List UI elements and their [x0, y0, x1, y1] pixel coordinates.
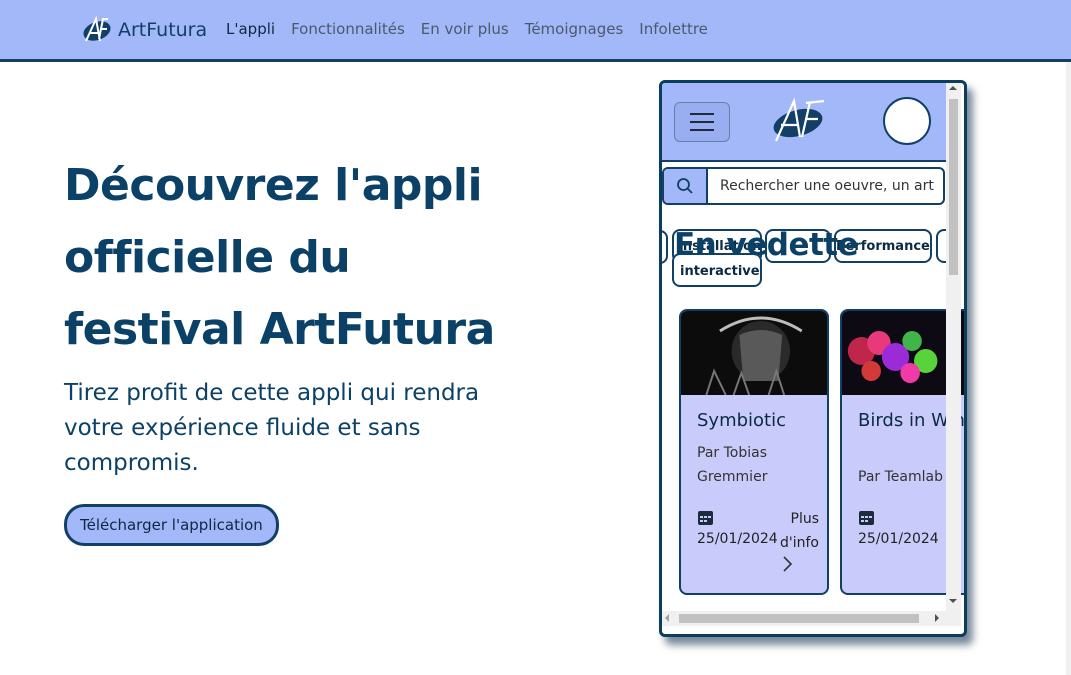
- card-date: 25/01/2024: [697, 531, 778, 547]
- hero-subtitle: Tirez profit de cette appli qui rendra v…: [64, 380, 480, 476]
- brand[interactable]: ArtFutura: [80, 14, 207, 46]
- scroll-down-icon[interactable]: [949, 599, 957, 603]
- artfutura-logo-icon: [773, 97, 825, 142]
- artfutura-logo-icon: [83, 15, 111, 42]
- card-author: Par Tobias Gremmier: [697, 445, 768, 485]
- hero-title-line: festival ArtFutura: [64, 304, 495, 355]
- hero-title-line: Découvrez l'appli: [64, 160, 483, 211]
- app-header: [662, 83, 946, 162]
- featured-heading: En vedette: [674, 227, 859, 263]
- hero-title: Découvrez l'appli officielle du festival…: [64, 150, 534, 366]
- hamburger-menu-button[interactable]: [674, 102, 730, 142]
- artwork-thumbnail: [681, 311, 827, 395]
- nav-links: L'appli Fonctionnalités En voir plus Tém…: [226, 20, 708, 38]
- download-app-button[interactable]: Télécharger l'application: [64, 504, 279, 546]
- top-navbar: ArtFutura L'appli Fonctionnalités En voi…: [0, 0, 1071, 62]
- scroll-left-icon[interactable]: [665, 614, 669, 622]
- calendar-icon: [859, 511, 874, 525]
- nav-link-more[interactable]: En voir plus: [421, 20, 509, 38]
- nav-link-newsletter[interactable]: Infolettre: [639, 20, 708, 38]
- chevron-right-icon[interactable]: [781, 555, 795, 573]
- search-input[interactable]: Rechercher une oeuvre, un art: [720, 178, 934, 194]
- category-chip[interactable]: [662, 230, 668, 264]
- artwork-card[interactable]: Symbiotic Par Tobias Gremmier 25/01/2024…: [679, 309, 829, 595]
- page-scrollbar-track[interactable]: [1066, 62, 1071, 675]
- hamburger-icon: [690, 129, 714, 131]
- brand-name: ArtFutura: [118, 19, 208, 41]
- nav-link-testimonials[interactable]: Témoignages: [525, 20, 624, 38]
- nav-link-features[interactable]: Fonctionnalités: [291, 20, 405, 38]
- phone-preview: Rechercher une oeuvre, un art Installati…: [659, 80, 967, 637]
- nav-link-app[interactable]: L'appli: [226, 20, 275, 38]
- more-info-link[interactable]: Plus d'info: [779, 507, 819, 555]
- vertical-scrollbar[interactable]: [946, 83, 961, 611]
- hamburger-icon: [690, 113, 714, 115]
- scrollbar-thumb[interactable]: [679, 614, 919, 623]
- card-date: 25/01/2024: [858, 531, 939, 547]
- scroll-up-icon[interactable]: [949, 86, 957, 90]
- hero-title-line: officielle du: [64, 232, 351, 283]
- card-title: Symbiotic: [697, 410, 787, 431]
- avatar[interactable]: [883, 97, 931, 145]
- scrollbar-thumb[interactable]: [949, 99, 958, 275]
- scroll-right-icon[interactable]: [935, 614, 939, 622]
- search-bar: Rechercher une oeuvre, un art: [662, 167, 945, 205]
- hamburger-icon: [690, 121, 714, 123]
- chip-label: interactive: [680, 264, 760, 279]
- search-icon: [677, 178, 693, 194]
- calendar-icon: [698, 511, 713, 525]
- search-button[interactable]: [664, 169, 708, 203]
- horizontal-scrollbar[interactable]: [662, 611, 961, 626]
